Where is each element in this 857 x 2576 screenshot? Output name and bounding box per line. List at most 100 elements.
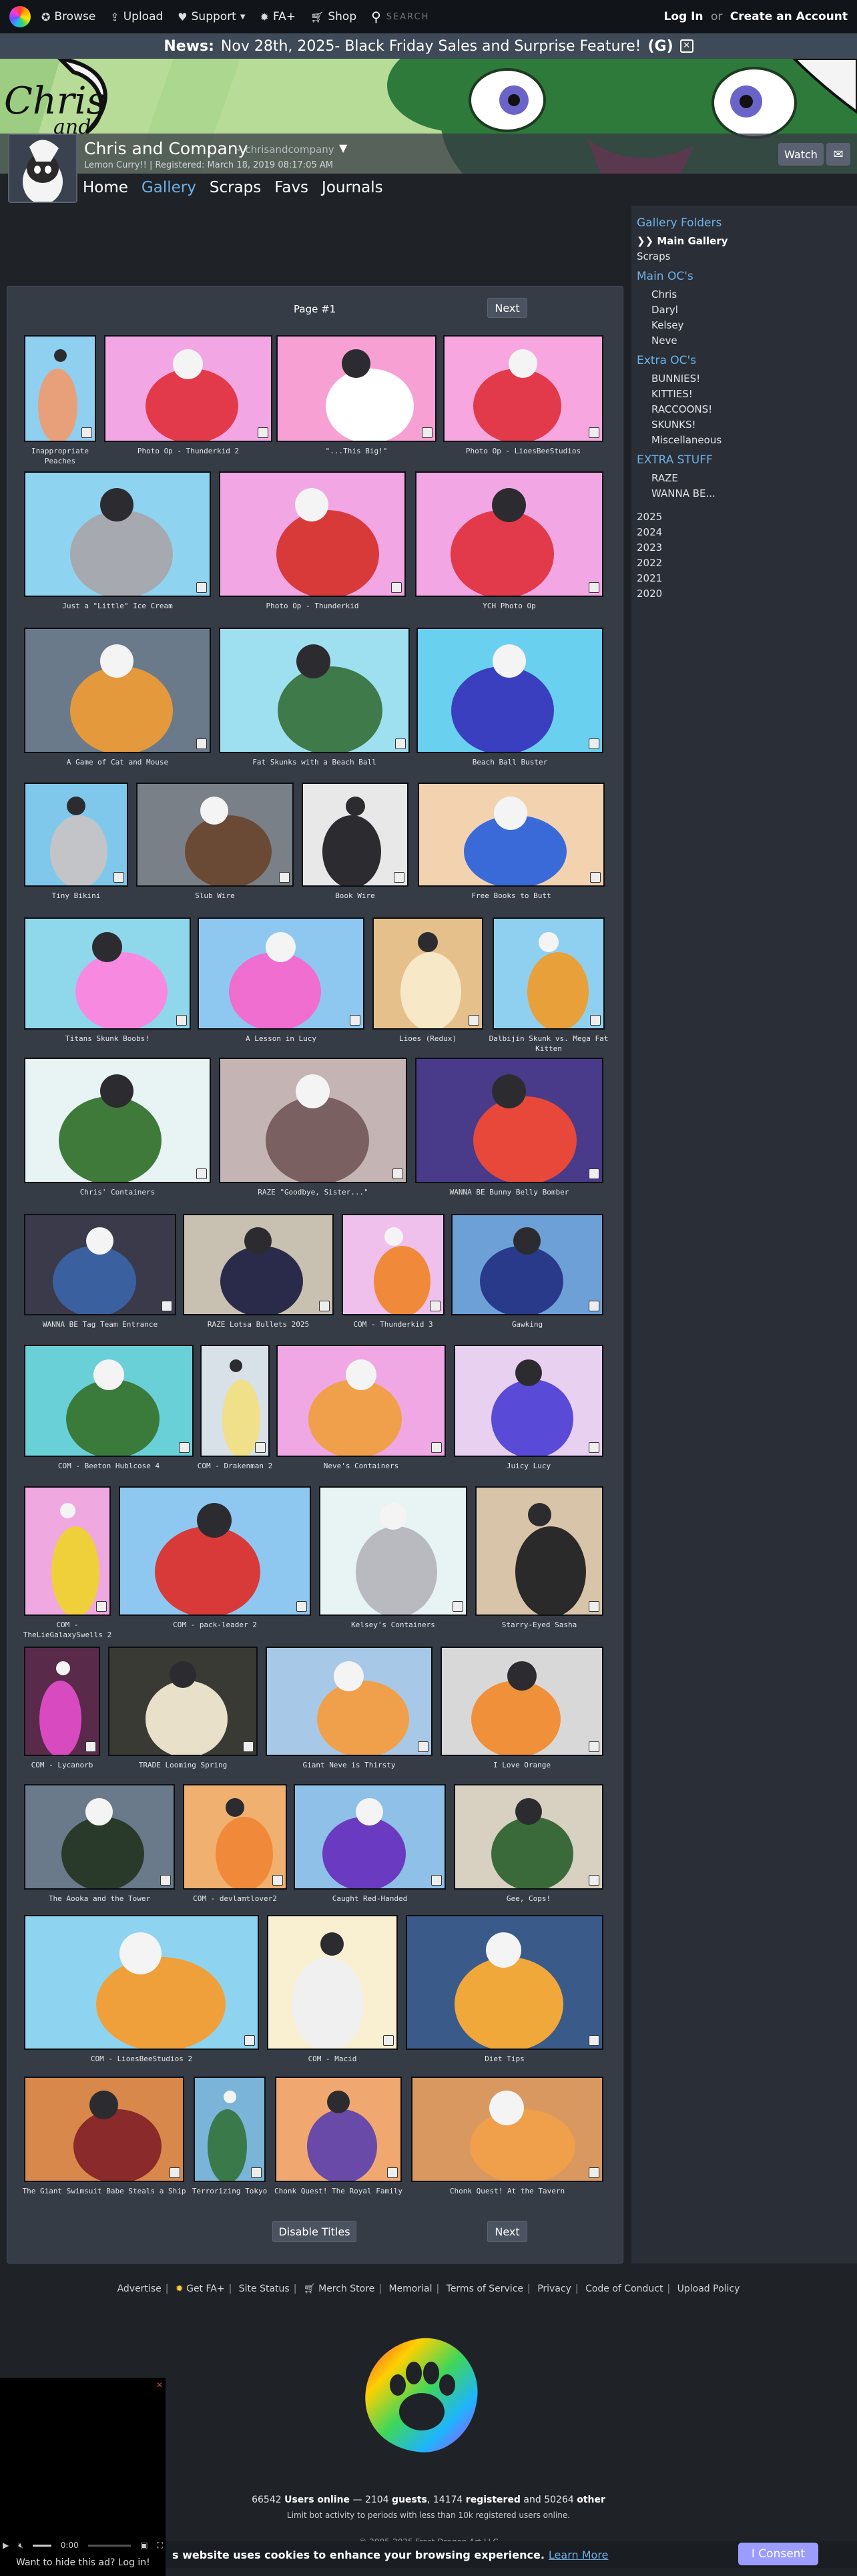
gallery-thumbnail[interactable] — [275, 2077, 402, 2182]
gallery-thumbnail[interactable] — [415, 471, 603, 597]
gallery-thumbnail[interactable] — [418, 783, 605, 887]
footer-merch-store-link[interactable]: Merch Store — [318, 2284, 374, 2294]
support-menu[interactable]: ♥ Support ▼ — [178, 10, 245, 23]
thumbnail-title[interactable]: Neve's Containers — [272, 1461, 450, 1471]
gallery-thumbnail[interactable] — [411, 2077, 603, 2182]
gallery-thumbnail[interactable] — [319, 1486, 467, 1616]
gallery-thumbnail[interactable] — [24, 1345, 194, 1457]
gallery-thumbnail[interactable] — [443, 335, 603, 442]
thumbnail-title[interactable]: Just a "Little" Ice Cream — [20, 601, 215, 611]
profile-menu-chevron-icon[interactable]: ▼ — [339, 142, 347, 154]
folder-daryl[interactable]: Daryl — [651, 302, 850, 318]
folder-raze[interactable]: RAZE — [651, 471, 850, 486]
gallery-thumbnail[interactable] — [24, 1915, 259, 2050]
thumbnail-title[interactable]: Terrorizing Tokyo — [190, 2186, 270, 2196]
folder-chris[interactable]: Chris — [651, 287, 850, 302]
thumbnail-title[interactable]: Photo Op - Thunderkid — [215, 601, 410, 611]
shop-link[interactable]: 🛒︎ Shop — [310, 10, 356, 23]
gallery-thumbnail[interactable] — [24, 1486, 111, 1616]
gallery-thumbnail[interactable] — [454, 1784, 603, 1890]
footer-terms-link[interactable]: Terms of Service — [447, 2284, 523, 2294]
year-2023[interactable]: 2023 — [637, 540, 850, 556]
thumbnail-title[interactable]: Caught Red-Handed — [290, 1894, 450, 1904]
send-note-button[interactable]: ✉ — [826, 143, 850, 166]
thumbnail-title[interactable]: Slub Wire — [132, 891, 298, 901]
gallery-thumbnail[interactable] — [183, 1214, 334, 1315]
thumbnail-title[interactable]: COM - TheLieGalaxySwells 2 — [20, 1620, 115, 1640]
thumbnail-title[interactable]: COM - Lycanorb — [20, 1760, 104, 1770]
thumbnail-title[interactable]: Fat Skunks with a Beach Ball — [215, 757, 414, 767]
gallery-thumbnail[interactable] — [24, 2077, 184, 2182]
cookie-learn-more-link[interactable]: Learn More — [549, 2549, 608, 2561]
gallery-thumbnail[interactable] — [194, 2077, 266, 2182]
footer-upload-policy-link[interactable]: Upload Policy — [677, 2284, 740, 2294]
thumbnail-title[interactable]: COM - Thunderkid 3 — [338, 1319, 449, 1329]
thumbnail-title[interactable]: The Aooka and the Tower — [20, 1894, 179, 1904]
gallery-thumbnail[interactable] — [119, 1486, 311, 1616]
search-input[interactable] — [386, 11, 493, 22]
thumbnail-title[interactable]: "...This Big!" — [272, 446, 441, 456]
thumbnail-title[interactable]: Dalbijin Skunk vs. Mega Fat Kitten — [489, 1034, 609, 1054]
thumbnail-title[interactable]: Inappropriate Peaches — [20, 446, 100, 466]
footer-privacy-link[interactable]: Privacy — [537, 2284, 571, 2294]
tab-journals[interactable]: Journals — [322, 179, 383, 196]
next-page-button-top[interactable]: Next — [487, 298, 527, 318]
gallery-thumbnail[interactable] — [198, 917, 364, 1030]
gallery-thumbnail[interactable] — [24, 1784, 175, 1890]
thumbnail-title[interactable]: Giant Neve is Thirsty — [262, 1760, 437, 1770]
thumbnail-title[interactable]: COM - pack-leader 2 — [115, 1620, 315, 1630]
gallery-thumbnail[interactable] — [24, 783, 128, 887]
thumbnail-title[interactable]: WANNA BE Tag Team Entrance — [20, 1319, 180, 1329]
gallery-thumbnail[interactable] — [276, 335, 437, 442]
thumbnail-title[interactable]: Gawking — [447, 1319, 607, 1329]
year-2020[interactable]: 2020 — [637, 586, 850, 602]
footer-code-of-conduct-link[interactable]: Code of Conduct — [585, 2284, 663, 2294]
play-icon[interactable]: ▶ — [3, 2541, 9, 2550]
gallery-thumbnail[interactable] — [454, 1345, 603, 1457]
folder-kelsey[interactable]: Kelsey — [651, 318, 850, 333]
close-icon[interactable]: ✕ — [679, 39, 693, 53]
thumbnail-title[interactable]: Beach Ball Buster — [412, 757, 607, 767]
gallery-thumbnail[interactable] — [24, 1647, 100, 1756]
gallery-thumbnail[interactable] — [24, 471, 211, 597]
gallery-thumbnail[interactable] — [219, 1058, 407, 1183]
footer-fa-plus-link[interactable]: Get FA+ — [186, 2284, 224, 2294]
thumbnail-title[interactable]: YCH Photo Op — [411, 601, 607, 611]
upload-link[interactable]: ⇪ Upload — [110, 10, 163, 23]
thumbnail-title[interactable]: Tiny Bikini — [20, 891, 132, 901]
search-icon[interactable]: ⚲ — [371, 9, 381, 25]
thumbnail-title[interactable]: COM - LioesBeeStudios 2 — [20, 2054, 263, 2064]
gallery-thumbnail[interactable] — [24, 1214, 176, 1315]
folder-scraps[interactable]: Scraps — [637, 249, 850, 264]
next-page-button-bottom[interactable]: Next — [487, 2221, 527, 2242]
thumbnail-title[interactable]: Chonk Quest! At the Tavern — [407, 2186, 607, 2196]
fullscreen-icon[interactable]: ⛶ — [158, 2541, 163, 2551]
site-logo-icon[interactable] — [9, 6, 31, 27]
year-2022[interactable]: 2022 — [637, 556, 850, 571]
thumbnail-title[interactable]: Photo Op - Thunderkid 2 — [100, 446, 276, 456]
thumbnail-title[interactable]: Diet Tips — [402, 2054, 607, 2064]
fa-plus-link[interactable]: ✹ FA+ — [260, 10, 296, 23]
gallery-thumbnail[interactable] — [183, 1784, 287, 1890]
thumbnail-title[interactable]: I Love Orange — [437, 1760, 607, 1770]
tab-gallery[interactable]: Gallery — [141, 179, 196, 196]
watch-button[interactable]: Watch — [778, 143, 824, 166]
folder-neve[interactable]: Neve — [651, 333, 850, 349]
thumbnail-title[interactable]: WANNA BE Bunny Belly Bomber — [411, 1187, 607, 1197]
gallery-thumbnail[interactable] — [104, 335, 272, 442]
ad-close-icon[interactable]: ✕ — [156, 2381, 164, 2389]
gallery-thumbnail[interactable] — [200, 1345, 270, 1457]
thumbnail-title[interactable]: Free Books to Butt — [414, 891, 609, 901]
folder-miscellaneous[interactable]: Miscellaneous — [651, 433, 850, 448]
tab-scraps[interactable]: Scraps — [210, 179, 261, 196]
gallery-thumbnail[interactable] — [108, 1647, 258, 1756]
folder-kitties[interactable]: KITTIES! — [651, 387, 850, 402]
thumbnail-title[interactable]: Photo Op - LioesBeeStudios — [439, 446, 607, 456]
cookie-consent-button[interactable]: I Consent — [738, 2543, 818, 2565]
pip-icon[interactable]: ▣ — [140, 2541, 148, 2550]
folder-skunks[interactable]: SKUNKS! — [651, 417, 850, 433]
gallery-thumbnail[interactable] — [219, 628, 410, 753]
footer-memorial-link[interactable]: Memorial — [388, 2284, 432, 2294]
thumbnail-title[interactable]: Chonk Quest! The Royal Family — [271, 2186, 406, 2196]
gallery-thumbnail[interactable] — [136, 783, 294, 887]
